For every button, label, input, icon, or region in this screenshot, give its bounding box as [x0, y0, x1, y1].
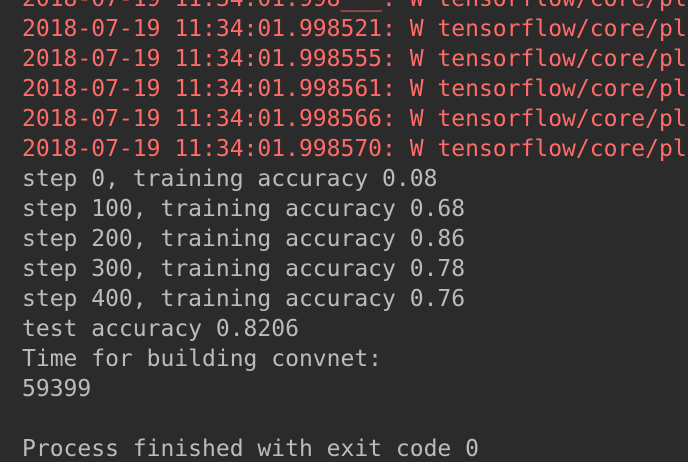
console-line-warning: 2018-07-19 11:34:01.998561: W tensorflow…	[22, 76, 687, 102]
console-lines: 2018-07-19 11:34:01.998___: W tensorflow…	[22, 0, 687, 462]
console-line-training-step: step 100, training accuracy 0.68	[22, 196, 466, 222]
console-line-warning: 2018-07-19 11:34:01.998566: W tensorflow…	[22, 106, 687, 132]
console-line-warning: 2018-07-19 11:34:01.998555: W tensorflow…	[22, 46, 687, 72]
console-line-training-step: step 0, training accuracy 0.08	[22, 166, 438, 192]
console-line-warning: 2018-07-19 11:34:01.998521: W tensorflow…	[22, 16, 687, 42]
console-line-warning: 2018-07-19 11:34:01.998570: W tensorflow…	[22, 136, 687, 162]
console-line-training-step: step 400, training accuracy 0.76	[22, 286, 466, 312]
console-line-timing-value: 59399	[22, 376, 92, 402]
console-line-blank	[22, 404, 687, 434]
console-line-training-step: step 200, training accuracy 0.86	[22, 226, 466, 252]
console-line-exit-status: Process finished with exit code 0	[22, 436, 479, 462]
console-line-training-step: step 300, training accuracy 0.78	[22, 256, 466, 282]
console-line-test-accuracy: test accuracy 0.8206	[22, 316, 299, 342]
console-line-warning: 2018-07-19 11:34:01.998___: W tensorflow…	[22, 0, 687, 14]
console-output-panel[interactable]: 2018-07-19 11:34:01.998___: W tensorflow…	[0, 0, 688, 462]
console-line-timing-label: Time for building convnet:	[22, 346, 383, 372]
